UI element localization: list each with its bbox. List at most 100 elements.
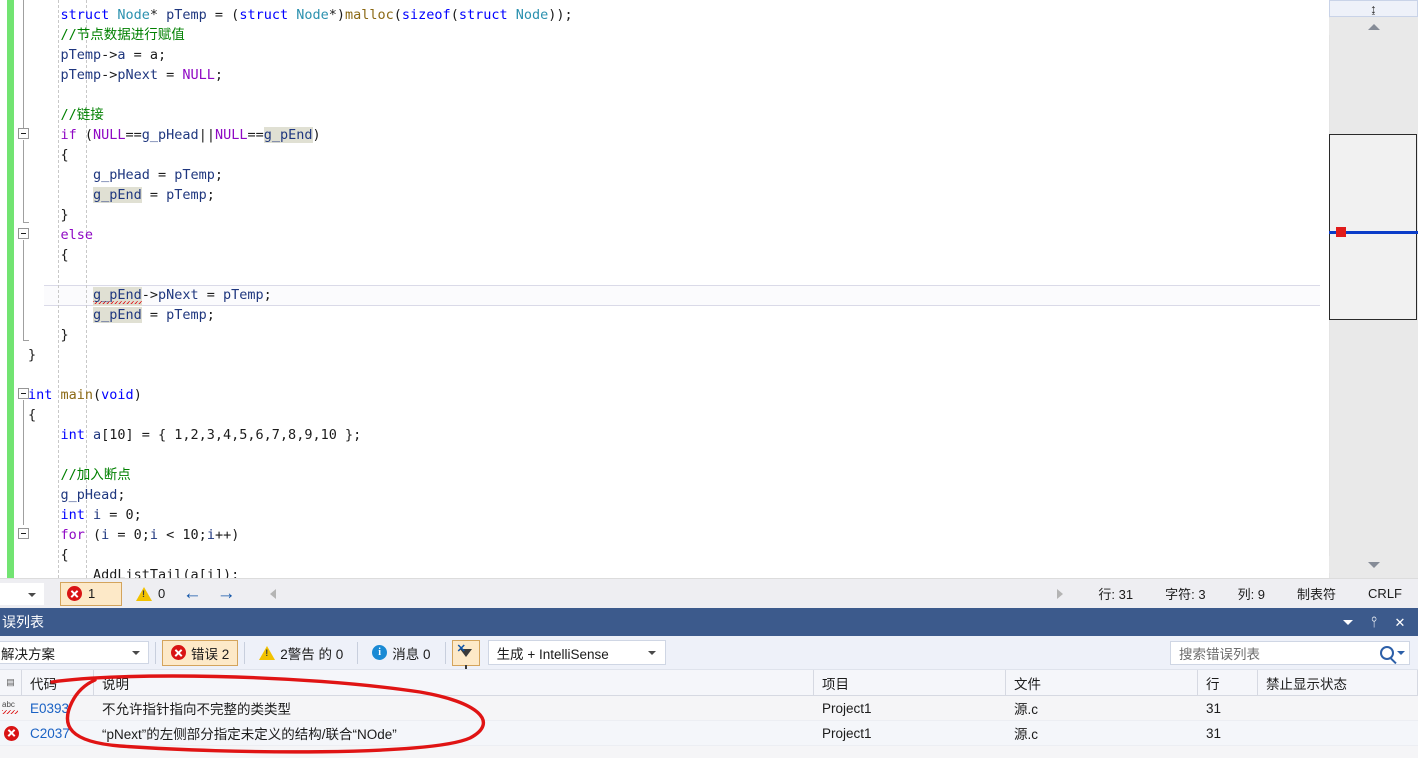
code-editor[interactable]: struct Node* pTemp = (struct Node*)mallo…	[0, 0, 1418, 578]
code-token: =	[149, 167, 175, 183]
code-token: Node	[117, 7, 150, 23]
code-line: //链接	[28, 105, 103, 125]
panel-pin-button[interactable]: ⫯	[1362, 611, 1386, 633]
code-token: main	[60, 387, 94, 403]
code-token: ==	[247, 127, 264, 143]
code-token: pTemp	[60, 67, 102, 83]
column-header[interactable]: 行	[1198, 669, 1258, 696]
code-token: {	[28, 407, 37, 423]
status-error-counter[interactable]: 1	[60, 581, 122, 606]
code-token: void	[101, 387, 134, 403]
clear-x-icon: ✕	[456, 642, 466, 655]
search-options-chevron-icon[interactable]	[1397, 651, 1405, 655]
warnings-toggle-button[interactable]: 2警告 的 0	[251, 640, 351, 666]
search-input[interactable]: 搜索错误列表	[1179, 643, 1380, 663]
search-error-list-box[interactable]: 搜索错误列表	[1170, 641, 1410, 665]
code-line: g_pEnd = pTemp;	[28, 185, 215, 205]
code-token: pTemp	[60, 47, 102, 63]
code-token: = 0;	[101, 507, 142, 523]
code-text[interactable]: struct Node* pTemp = (struct Node*)mallo…	[0, 0, 1320, 578]
row-code: C2037	[30, 725, 70, 741]
code-token: pTemp	[166, 307, 207, 323]
row-suppression	[1258, 696, 1418, 721]
status-warning-counter[interactable]: 0	[130, 582, 175, 606]
code-line: {	[28, 245, 69, 265]
code-token: ;	[214, 67, 224, 83]
code-token: ->	[101, 67, 118, 83]
chevron-down-icon	[132, 651, 140, 655]
column-header[interactable]: 禁止显示状态	[1258, 669, 1418, 696]
row-code: E0393	[30, 700, 70, 716]
code-line: g_pEnd->pNext = pTemp;	[28, 285, 272, 306]
error-icon	[3, 725, 19, 741]
code-line: struct Node* pTemp = (struct Node*)mallo…	[28, 5, 573, 25]
editor-status-bar: 1 0 ← → 行: 31 字符: 3 列: 9 制表符 CRLF	[0, 578, 1418, 608]
code-token: {	[60, 247, 69, 263]
clear-filter-button[interactable]: ✕	[451, 639, 480, 669]
scroll-down-button[interactable]	[1329, 556, 1418, 573]
chevron-down-icon	[1343, 619, 1353, 625]
row-description: 不允许指针指向不完整的类类型	[102, 702, 291, 717]
code-token: pTemp	[166, 7, 207, 23]
messages-toggle-button[interactable]: 消息 0	[364, 640, 438, 666]
scope-filter-combo[interactable]: 解决方案	[0, 641, 149, 664]
navigate-forward-button[interactable]: →	[209, 580, 243, 608]
error-list-rows: abc E0393 不允许指针指向不完整的类类型 Project1 源.c 31 C2037…	[0, 696, 1418, 758]
status-char: 字符: 3	[1165, 587, 1206, 602]
status-column: 列: 9	[1237, 587, 1266, 602]
code-token: g_pHead	[92, 167, 150, 183]
column-header[interactable]: 说明	[94, 669, 814, 696]
code-token: ==	[125, 127, 142, 143]
code-line: AddListTail(a[i]);	[28, 565, 239, 578]
editor-splitter-handle[interactable]: ↨	[1329, 0, 1418, 17]
code-token: (	[84, 527, 102, 543]
code-token: ;	[117, 487, 126, 503]
status-scope-combo[interactable]	[0, 582, 44, 605]
code-token: (	[76, 127, 93, 143]
code-token: ;	[214, 167, 224, 183]
column-header-label: 文件	[1014, 676, 1041, 692]
code-token: int	[60, 427, 93, 443]
code-token: {	[60, 147, 69, 163]
code-line: int main(void)	[28, 385, 142, 405]
code-token: int	[28, 387, 61, 403]
status-overflow-left[interactable]	[251, 580, 295, 608]
scroll-up-button[interactable]	[1329, 18, 1418, 35]
code-token: ));	[548, 7, 573, 23]
code-token: ;	[206, 187, 215, 203]
row-line: 31	[1206, 725, 1222, 741]
code-token: sizeof	[401, 7, 451, 23]
code-token: }	[60, 207, 69, 223]
visual-studio-window: struct Node* pTemp = (struct Node*)mallo…	[0, 0, 1418, 758]
code-token: *	[149, 7, 167, 23]
table-row[interactable]: abc E0393 不允许指针指向不完整的类类型 Project1 源.c 31	[0, 696, 1418, 721]
code-token: for	[60, 527, 85, 543]
errors-toggle-button[interactable]: 错误 2	[162, 639, 239, 666]
panel-dropdown-button[interactable]	[1336, 611, 1360, 633]
build-source-combo[interactable]: 生成 + IntelliSense	[487, 640, 666, 665]
pin-icon: ⫯	[1370, 613, 1378, 631]
column-header-selector[interactable]: ▤	[0, 669, 22, 696]
toolbar-separator	[357, 641, 359, 664]
navigate-back-button[interactable]: ←	[175, 580, 209, 608]
code-line: {	[28, 545, 68, 565]
minimap-caret-marker	[1336, 227, 1346, 237]
code-token: pNext	[117, 67, 159, 83]
column-header[interactable]: 项目	[814, 669, 1006, 696]
code-line: }	[28, 205, 69, 225]
column-header[interactable]: 代码	[22, 669, 94, 696]
panel-close-button[interactable]: ✕	[1388, 611, 1412, 633]
error-list-toolbar: 解决方案 错误 2 2警告 的 0 消息 0 ✕	[0, 636, 1418, 670]
row-line: 31	[1206, 700, 1222, 716]
code-token: )	[312, 127, 321, 143]
toolbar-separator	[155, 641, 156, 664]
status-warning-count: 0	[158, 586, 166, 601]
column-header[interactable]: 文件	[1006, 669, 1198, 696]
table-row[interactable]: C2037 “pNext”的左侧部分指定未定义的结构/联合“NOde” Projec…	[0, 721, 1418, 746]
column-header-label: 项目	[822, 676, 849, 692]
code-token: pTemp	[223, 287, 264, 303]
warning-icon	[136, 586, 152, 601]
code-token: ||	[198, 127, 215, 143]
status-overflow-right[interactable]	[1038, 580, 1082, 608]
